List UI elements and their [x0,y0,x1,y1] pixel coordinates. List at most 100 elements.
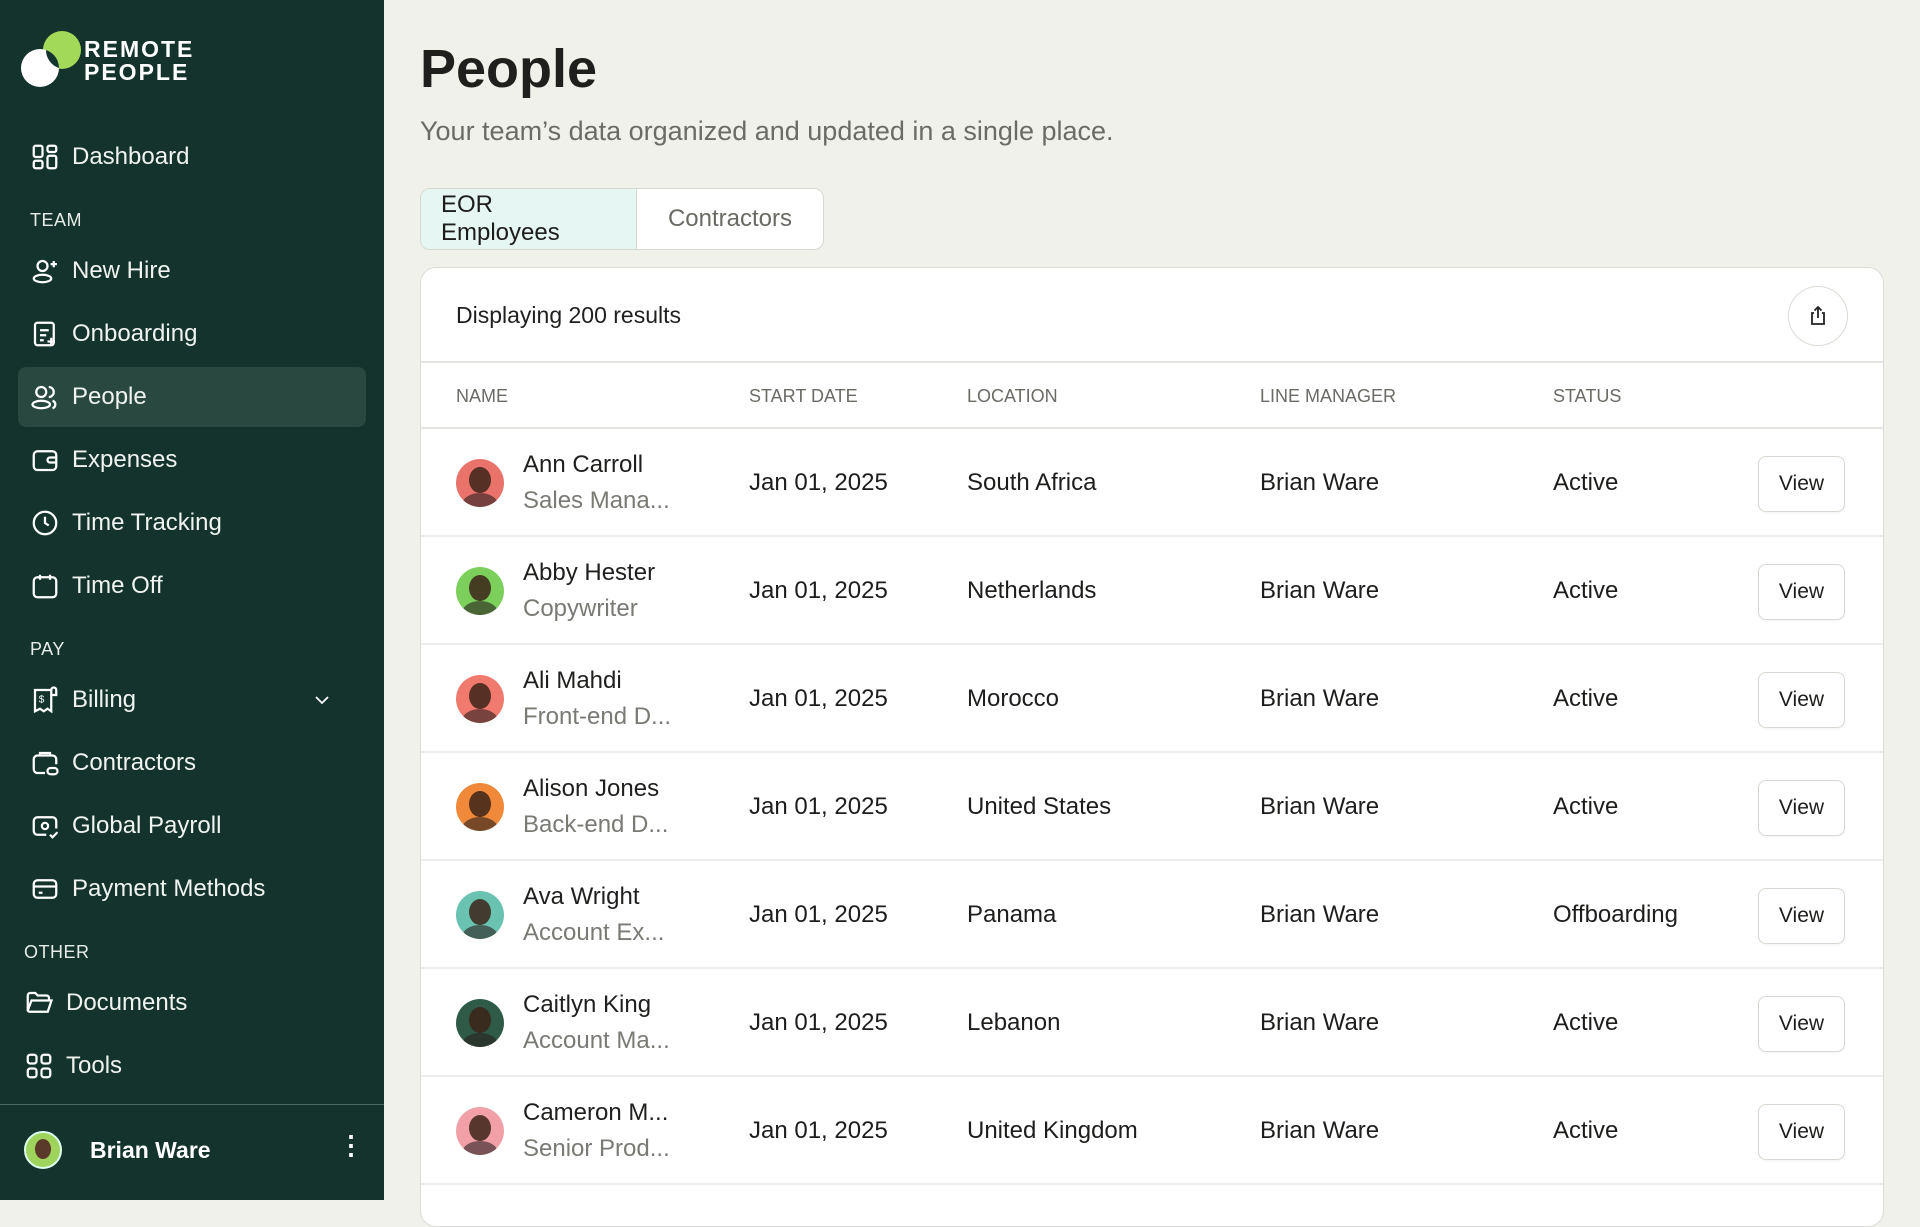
sidebar-item-contractors[interactable]: Contractors [18,733,366,793]
view-button[interactable]: View [1758,888,1845,944]
clipboard-plus-icon [30,319,60,349]
nav-label: People [72,383,147,411]
employee-role: Back-end D... [523,811,668,839]
view-button[interactable]: View [1758,1104,1845,1160]
nav-label: Onboarding [72,320,197,348]
chevron-down-icon[interactable] [310,688,334,712]
sidebar-item-expenses[interactable]: Expenses [18,430,366,490]
nav-label: Time Tracking [72,509,222,537]
location: Panama [967,901,1056,929]
page-title: People [420,38,597,100]
view-button[interactable]: View [1758,996,1845,1052]
table-row[interactable]: Cameron M... Senior Prod... Jan 01, 2025… [421,1077,1883,1185]
start-date: Jan 01, 2025 [749,469,888,497]
table-row[interactable]: Ali Mahdi Front-end D... Jan 01, 2025 Mo… [421,645,1883,753]
employee-role: Front-end D... [523,703,671,731]
table-row[interactable]: Caitlyn King Account Ma... Jan 01, 2025 … [421,969,1883,1077]
receipt-icon: $ [30,685,60,715]
status: Offboarding [1553,901,1678,929]
nav-label: Expenses [72,446,177,474]
line-manager: Brian Ware [1260,901,1379,929]
sidebar-item-people[interactable]: People [18,367,366,427]
employee-name: Caitlyn King [523,991,651,1019]
user-plus-icon [30,256,60,286]
employee-role: Sales Mana... [523,487,670,515]
col-start-date[interactable]: START DATE [749,386,858,407]
table-row[interactable]: Abby Hester Copywriter Jan 01, 2025 Neth… [421,537,1883,645]
location: Lebanon [967,1009,1060,1037]
start-date: Jan 01, 2025 [749,901,888,929]
folder-icon [24,988,54,1018]
col-status[interactable]: STATUS [1553,386,1621,407]
svg-text:$: $ [39,695,45,706]
employee-name: Ali Mahdi [523,667,622,695]
col-line-manager[interactable]: LINE MANAGER [1260,386,1396,407]
table-row[interactable]: Ava Wright Account Ex... Jan 01, 2025 Pa… [421,861,1883,969]
logo-text: REMOTEPEOPLE [84,38,194,84]
sidebar-item-documents[interactable]: Documents [12,973,360,1033]
location: United Kingdom [967,1117,1138,1145]
user-name: Brian Ware [90,1137,211,1164]
tab-eor-employees[interactable]: EOR Employees [421,189,637,249]
status: Active [1553,685,1618,713]
avatar [456,999,504,1047]
status: Active [1553,793,1618,821]
payroll-icon [30,811,60,841]
calendar-icon [30,571,60,601]
nav-label: Payment Methods [72,875,265,903]
line-manager: Brian Ware [1260,469,1379,497]
nav-label: New Hire [72,257,171,285]
sidebar-item-dashboard[interactable]: Dashboard [18,127,366,187]
avatar [456,567,504,615]
start-date: Jan 01, 2025 [749,793,888,821]
sidebar-item-onboarding[interactable]: Onboarding [18,304,366,364]
status: Active [1553,1117,1618,1145]
location: United States [967,793,1111,821]
avatar [456,459,504,507]
sidebar-item-global-payroll[interactable]: Global Payroll [18,796,366,856]
start-date: Jan 01, 2025 [749,1009,888,1037]
credit-card-icon [30,874,60,904]
section-team: TEAM [30,210,82,231]
col-location[interactable]: LOCATION [967,386,1058,407]
line-manager: Brian Ware [1260,685,1379,713]
line-manager: Brian Ware [1260,793,1379,821]
employee-role: Senior Prod... [523,1135,670,1163]
user-profile[interactable]: Brian Ware [24,1131,211,1169]
export-button[interactable] [1788,286,1848,346]
employee-name: Alison Jones [523,775,659,803]
start-date: Jan 01, 2025 [749,1117,888,1145]
sidebar-item-time-tracking[interactable]: Time Tracking [18,493,366,553]
view-button[interactable]: View [1758,564,1845,620]
clock-icon [30,508,60,538]
col-name[interactable]: NAME [456,386,508,407]
sidebar-item-payment-methods[interactable]: Payment Methods [18,859,366,919]
results-count: Displaying 200 results [456,302,681,329]
view-button[interactable]: View [1758,672,1845,728]
line-manager: Brian Ware [1260,1009,1379,1037]
nav-label: Billing [72,686,136,714]
status: Active [1553,469,1618,497]
tab-contractors[interactable]: Contractors [637,189,823,249]
start-date: Jan 01, 2025 [749,577,888,605]
sidebar-item-new-hire[interactable]: New Hire [18,241,366,301]
status: Active [1553,1009,1618,1037]
briefcase-link-icon [30,748,60,778]
avatar [456,675,504,723]
table-header: NAME START DATE LOCATION LINE MANAGER ST… [421,363,1883,429]
location: South Africa [967,469,1096,497]
avatar [24,1131,62,1169]
more-options-icon[interactable]: ⋮ [338,1140,364,1150]
sidebar-divider [0,1104,384,1105]
tab-bar: EOR Employees Contractors [420,188,824,250]
table-row[interactable]: Ann Carroll Sales Mana... Jan 01, 2025 S… [421,429,1883,537]
people-table-card: Displaying 200 results NAME START DATE L… [420,267,1884,1227]
sidebar-item-time-off[interactable]: Time Off [18,556,366,616]
avatar [456,783,504,831]
view-button[interactable]: View [1758,456,1845,512]
table-row[interactable]: Alison Jones Back-end D... Jan 01, 2025 … [421,753,1883,861]
view-button[interactable]: View [1758,780,1845,836]
sidebar-item-billing[interactable]: $ Billing [18,670,366,730]
status: Active [1553,577,1618,605]
sidebar-item-tools[interactable]: Tools [12,1036,360,1096]
